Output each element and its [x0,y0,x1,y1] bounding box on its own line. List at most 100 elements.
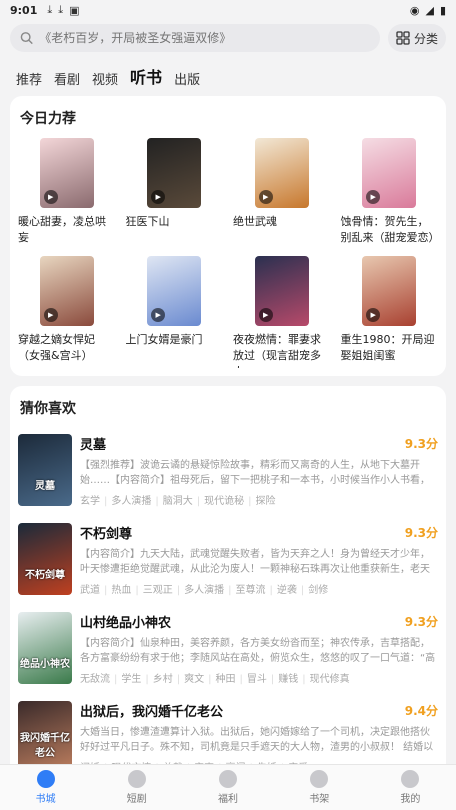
cover-text: 灵墓 [35,481,55,492]
book-cover[interactable]: ▶ [39,256,94,326]
wifi-icon: ◉ [409,3,420,17]
featured-book[interactable]: ▶ 重生1980：开局迎娶姐姐闺蜜 [339,254,441,368]
nav-item-4[interactable]: 我的 [365,765,456,810]
play-icon[interactable]: ▶ [151,190,166,204]
book-title: 绝世武魂 [233,215,277,228]
status-bar: 9:01 ⤓ ⤓ ▣ ◉ ◢ ▮ [0,0,456,20]
play-icon[interactable]: ▶ [366,190,381,204]
featured-book[interactable]: ▶ 狂医下山 [124,136,226,250]
grid-icon [396,31,410,45]
tag: 无敌流 [80,674,110,685]
featured-book[interactable]: ▶ 夜夜燃情：罪妻求放过（现言甜宠多人… [231,254,333,368]
status-time: 9:01 [10,3,38,17]
book-score: 9.3分 [404,526,438,540]
featured-book[interactable]: ▶ 上门女婿是豪门 [124,254,226,368]
book-tags: 玄学多人演播脑洞大现代诡秘探险 [80,492,438,507]
nav-item-3[interactable]: 书架 [274,765,365,810]
book-title: 上门女婿是豪门 [125,333,203,346]
list-item[interactable]: 绝品小神农 山村绝品小神农 9.3分 【内容简介】仙泉种田，美容养颜，各方美女纷沓而至… [10,604,446,693]
tab-publish[interactable]: 出版 [174,69,200,88]
tab-audiobook[interactable]: 听书 [130,64,162,88]
featured-section: 今日力荐 ▶ 暖心甜妻，凌总哄妄 ▶ 狂医下山 ▶ 绝世武魂 ▶ 蚀骨情：贺先生，别乱来（甜宠… [10,96,446,376]
book-cover[interactable]: 绝品小神农 [18,612,72,684]
book-city-icon [36,770,55,788]
book-cover[interactable]: ▶ [39,138,94,208]
play-icon[interactable]: ▶ [258,308,273,322]
nav-label: 书架 [309,794,330,805]
featured-book[interactable]: ▶ 暖心甜妻，凌总哄妄 [16,136,118,250]
tag: 现代修真 [298,674,349,685]
tag: 学生 [110,674,141,685]
nav-label: 短剧 [126,794,147,805]
battery-icon: ▮ [439,3,446,17]
search-input[interactable] [39,31,370,45]
book-cover[interactable]: 我闪婚千亿老公 [18,701,72,773]
classify-label: 分类 [413,31,438,46]
book-tags: 武道热血三观正多人演播至尊流逆袭剑修 [80,581,438,596]
tag: 武道 [80,585,100,596]
tag: 多人演播 [100,496,151,507]
profile-icon [401,770,420,788]
tab-recommend[interactable]: 推荐 [16,69,42,88]
featured-title: 今日力荐 [20,111,76,127]
cover-text: 不朽剑尊 [25,570,65,581]
book-cover[interactable]: ▶ [254,256,309,326]
book-cover[interactable]: ▶ [362,256,417,326]
book-title: 蚀骨情：贺先生，别乱来（甜宠爱恋） [340,215,440,244]
play-icon[interactable]: ▶ [151,308,166,322]
book-cover[interactable]: 不朽剑尊 [18,523,72,595]
list-item[interactable]: 不朽剑尊 不朽剑尊 9.3分 【内容简介】九天大陆，武魂觉醒失败者，皆为天弃之人！身为… [10,515,446,604]
book-title: 穿越之嫡女悍妃（女强&宫斗） [18,333,95,362]
book-title: 重生1980：开局迎娶姐姐闺蜜 [340,333,435,362]
book-cover[interactable]: ▶ [254,138,309,208]
book-desc: 【内容简介】九天大陆，武魂觉醒失败者，皆为天弃之人！身为曾经天才少年，叶天惨遭拒… [80,549,430,575]
nav-item-1[interactable]: 短剧 [91,765,182,810]
classify-button[interactable]: 分类 [387,24,446,52]
nav-item-2[interactable]: 福利 [182,765,273,810]
tag: 爽文 [173,674,204,685]
book-name: 不朽剑尊 [80,527,133,542]
play-icon[interactable]: ▶ [258,190,273,204]
book-name: 灵墓 [80,438,107,453]
play-icon[interactable]: ▶ [366,308,381,322]
guess-section: 猜你喜欢 灵墓 灵墓 9.3分 【强烈推荐】波诡云谲的悬疑惊险故事，精彩而又离奇的人生… [10,386,446,786]
tag: 逆袭 [266,585,297,596]
search-bar[interactable] [10,24,380,52]
book-cover[interactable]: ▶ [362,138,417,208]
gift-icon [219,770,237,788]
tag: 赚钱 [267,674,298,685]
play-icon[interactable]: ▶ [43,308,58,322]
book-cover[interactable]: ▶ [147,138,202,208]
book-tags: 无敌流学生乡村爽文种田冒斗赚钱现代修真 [80,670,438,685]
bottom-nav: 书城 短剧 福利 书架 我的 [0,764,456,810]
featured-book[interactable]: ▶ 穿越之嫡女悍妃（女强&宫斗） [16,254,118,368]
nav-label: 书城 [35,794,56,805]
book-title: 狂医下山 [125,215,170,228]
guess-title: 猜你喜欢 [20,401,76,417]
book-desc: 大婚当日，惨遭渣遭算计入狱。出狱后，她闪婚嫁给了一个司机，决定跟他搭伙好好过平凡… [80,727,434,753]
list-item[interactable]: 灵墓 灵墓 9.3分 【强烈推荐】波诡云谲的悬疑惊险故事，精彩而又离奇的人生，从地下大… [10,426,446,515]
tag: 冒斗 [236,674,267,685]
tag: 现代诡秘 [193,496,244,507]
tag: 三观正 [131,585,172,596]
tag: 脑洞大 [151,496,192,507]
nav-item-0[interactable]: 书城 [0,765,91,810]
tag: 至尊流 [224,585,265,596]
play-icon[interactable]: ▶ [43,190,58,204]
featured-book[interactable]: ▶ 蚀骨情：贺先生，别乱来（甜宠爱恋） [339,136,441,250]
search-icon [20,32,33,45]
tag: 乡村 [141,674,172,685]
app-icon: ▣ [69,3,80,17]
tag: 种田 [204,674,235,685]
book-cover[interactable]: ▶ [147,256,202,326]
tab-video[interactable]: 视频 [92,69,118,88]
tag: 玄学 [80,496,100,507]
nav-label: 福利 [218,794,238,805]
featured-book[interactable]: ▶ 绝世武魂 [231,136,333,250]
tag: 热血 [100,585,131,596]
tab-drama[interactable]: 看剧 [54,69,80,88]
book-score: 9.4分 [404,704,438,718]
book-name: 山村绝品小神农 [80,616,172,631]
short-drama-icon [127,770,146,788]
book-cover[interactable]: 灵墓 [18,434,72,506]
